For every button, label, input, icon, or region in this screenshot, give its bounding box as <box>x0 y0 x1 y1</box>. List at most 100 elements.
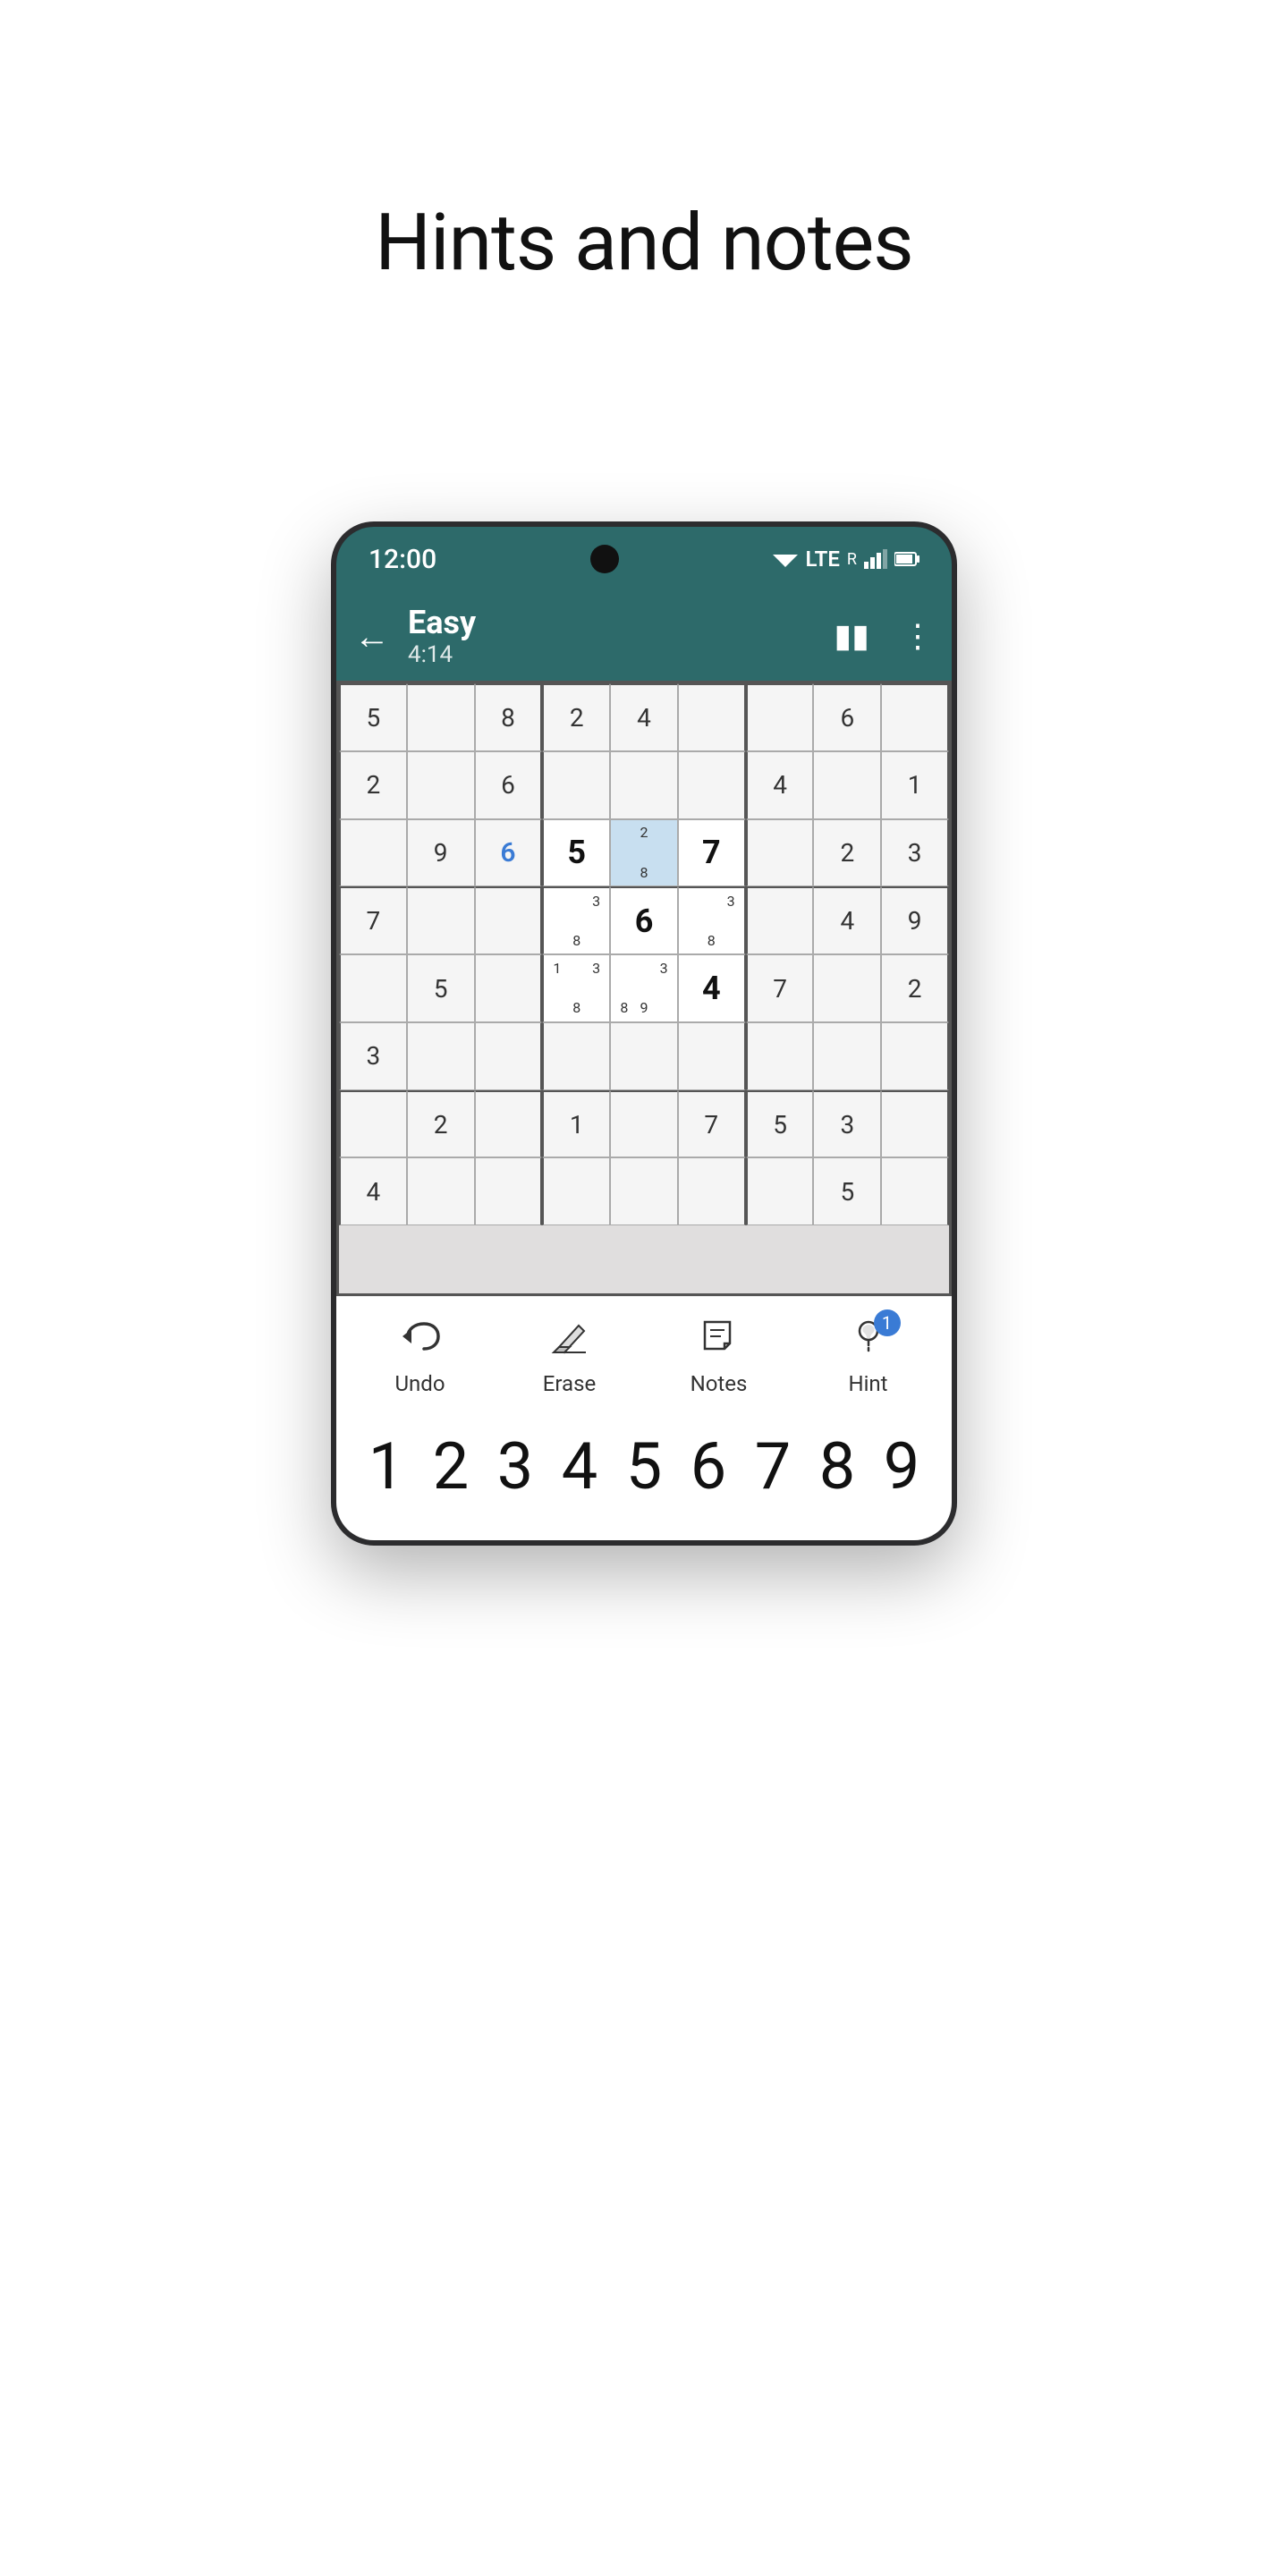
cell-7-6[interactable] <box>746 1157 814 1225</box>
cell-0-7[interactable]: 6 <box>813 683 881 751</box>
cell-0-6[interactable] <box>746 683 814 751</box>
cell-5-5[interactable] <box>678 1022 746 1090</box>
cell-4-7[interactable] <box>813 954 881 1022</box>
cell-3-3[interactable]: 38 <box>542 886 610 954</box>
cell-5-1[interactable] <box>407 1022 475 1090</box>
erase-button[interactable]: Erase <box>534 1318 606 1396</box>
cell-0-3[interactable]: 2 <box>542 683 610 751</box>
cell-3-4[interactable]: 6 <box>610 886 678 954</box>
cell-1-1[interactable] <box>407 751 475 819</box>
cell-1-2[interactable]: 6 <box>475 751 543 819</box>
cell-1-6[interactable]: 4 <box>746 751 814 819</box>
cell-0-4[interactable]: 4 <box>610 683 678 751</box>
cell-0-5[interactable] <box>678 683 746 751</box>
cell-6-8[interactable] <box>881 1090 949 1158</box>
cell-3-8[interactable]: 9 <box>881 886 949 954</box>
back-button[interactable]: ← <box>354 615 390 657</box>
cell-5-0[interactable]: 3 <box>339 1022 407 1090</box>
num-key-5[interactable]: 5 <box>617 1428 671 1504</box>
cell-2-7[interactable]: 2 <box>813 819 881 887</box>
cell-7-3[interactable] <box>542 1157 610 1225</box>
cell-value-2-2: 6 <box>500 837 515 869</box>
cell-7-4[interactable] <box>610 1157 678 1225</box>
undo-button[interactable]: Undo <box>385 1318 456 1396</box>
num-key-4[interactable]: 4 <box>553 1428 606 1504</box>
cell-1-5[interactable] <box>678 751 746 819</box>
cell-1-7[interactable] <box>813 751 881 819</box>
cell-5-6[interactable] <box>746 1022 814 1090</box>
cell-6-6[interactable]: 5 <box>746 1090 814 1158</box>
cell-2-5[interactable]: 7 <box>678 819 746 887</box>
cell-4-5[interactable]: 4 <box>678 954 746 1022</box>
cell-6-1[interactable]: 2 <box>407 1090 475 1158</box>
cell-3-2[interactable] <box>475 886 543 954</box>
cell-5-8[interactable] <box>881 1022 949 1090</box>
cell-2-1[interactable]: 9 <box>407 819 475 887</box>
cell-7-8[interactable] <box>881 1157 949 1225</box>
cell-4-2[interactable] <box>475 954 543 1022</box>
cell-3-5[interactable]: 38 <box>678 886 746 954</box>
cell-0-8[interactable] <box>881 683 949 751</box>
pause-button[interactable]: ▮▮ <box>834 617 869 655</box>
cell-7-1[interactable] <box>407 1157 475 1225</box>
cell-7-0[interactable]: 4 <box>339 1157 407 1225</box>
cell-4-8[interactable]: 2 <box>881 954 949 1022</box>
cell-2-0[interactable] <box>339 819 407 887</box>
hint-count-badge: 1 <box>874 1309 901 1336</box>
num-key-8[interactable]: 8 <box>810 1428 864 1504</box>
cell-0-1[interactable] <box>407 683 475 751</box>
cell-0-2[interactable]: 8 <box>475 683 543 751</box>
num-key-6[interactable]: 6 <box>682 1428 735 1504</box>
cell-4-0[interactable] <box>339 954 407 1022</box>
more-options-button[interactable]: ⋮ <box>902 617 934 655</box>
cell-1-4[interactable] <box>610 751 678 819</box>
cell-6-5[interactable]: 7 <box>678 1090 746 1158</box>
controls-bar: Undo Erase Notes <box>336 1296 952 1411</box>
cell-3-1[interactable] <box>407 886 475 954</box>
notes-3-3: 38 <box>547 892 606 951</box>
cell-7-2[interactable] <box>475 1157 543 1225</box>
cell-2-8[interactable]: 3 <box>881 819 949 887</box>
num-key-1[interactable]: 1 <box>360 1428 413 1504</box>
num-key-2[interactable]: 2 <box>424 1428 478 1504</box>
cell-5-4[interactable] <box>610 1022 678 1090</box>
cell-4-4[interactable]: 389 <box>610 954 678 1022</box>
num-key-9[interactable]: 9 <box>875 1428 928 1504</box>
cell-1-8[interactable]: 1 <box>881 751 949 819</box>
cell-5-7[interactable] <box>813 1022 881 1090</box>
cell-3-7[interactable]: 4 <box>813 886 881 954</box>
cell-3-6[interactable] <box>746 886 814 954</box>
cell-value-4-1: 5 <box>434 974 448 1004</box>
cell-value-7-0: 4 <box>367 1177 381 1207</box>
sudoku-grid-wrapper: 5824626419652872373863849513838947232175… <box>336 681 952 1296</box>
cell-6-3[interactable]: 1 <box>542 1090 610 1158</box>
cell-2-3[interactable]: 5 <box>542 819 610 887</box>
hint-button[interactable]: 1 Hint <box>833 1318 904 1396</box>
cell-6-4[interactable] <box>610 1090 678 1158</box>
cell-7-5[interactable] <box>678 1157 746 1225</box>
cell-5-2[interactable] <box>475 1022 543 1090</box>
notes-button[interactable]: Notes <box>683 1318 755 1396</box>
cell-2-2[interactable]: 6 <box>475 819 543 887</box>
cell-6-2[interactable] <box>475 1090 543 1158</box>
cell-2-4[interactable]: 28 <box>610 819 678 887</box>
hint-icon: 1 <box>849 1318 888 1364</box>
cell-4-1[interactable]: 5 <box>407 954 475 1022</box>
cell-1-0[interactable]: 2 <box>339 751 407 819</box>
sudoku-grid[interactable]: 5824626419652872373863849513838947232175… <box>336 681 952 1296</box>
cell-6-7[interactable]: 3 <box>813 1090 881 1158</box>
cell-4-6[interactable]: 7 <box>746 954 814 1022</box>
num-key-3[interactable]: 3 <box>488 1428 542 1504</box>
num-key-7[interactable]: 7 <box>746 1428 800 1504</box>
cell-5-3[interactable] <box>542 1022 610 1090</box>
cell-1-3[interactable] <box>542 751 610 819</box>
cell-value-3-4: 6 <box>635 902 654 940</box>
status-time: 12:00 <box>369 544 436 575</box>
cell-3-0[interactable]: 7 <box>339 886 407 954</box>
cell-6-0[interactable] <box>339 1090 407 1158</box>
cell-7-7[interactable]: 5 <box>813 1157 881 1225</box>
cell-2-6[interactable] <box>746 819 814 887</box>
cell-4-3[interactable]: 138 <box>542 954 610 1022</box>
number-pad: 123456789 <box>336 1411 952 1540</box>
cell-0-0[interactable]: 5 <box>339 683 407 751</box>
